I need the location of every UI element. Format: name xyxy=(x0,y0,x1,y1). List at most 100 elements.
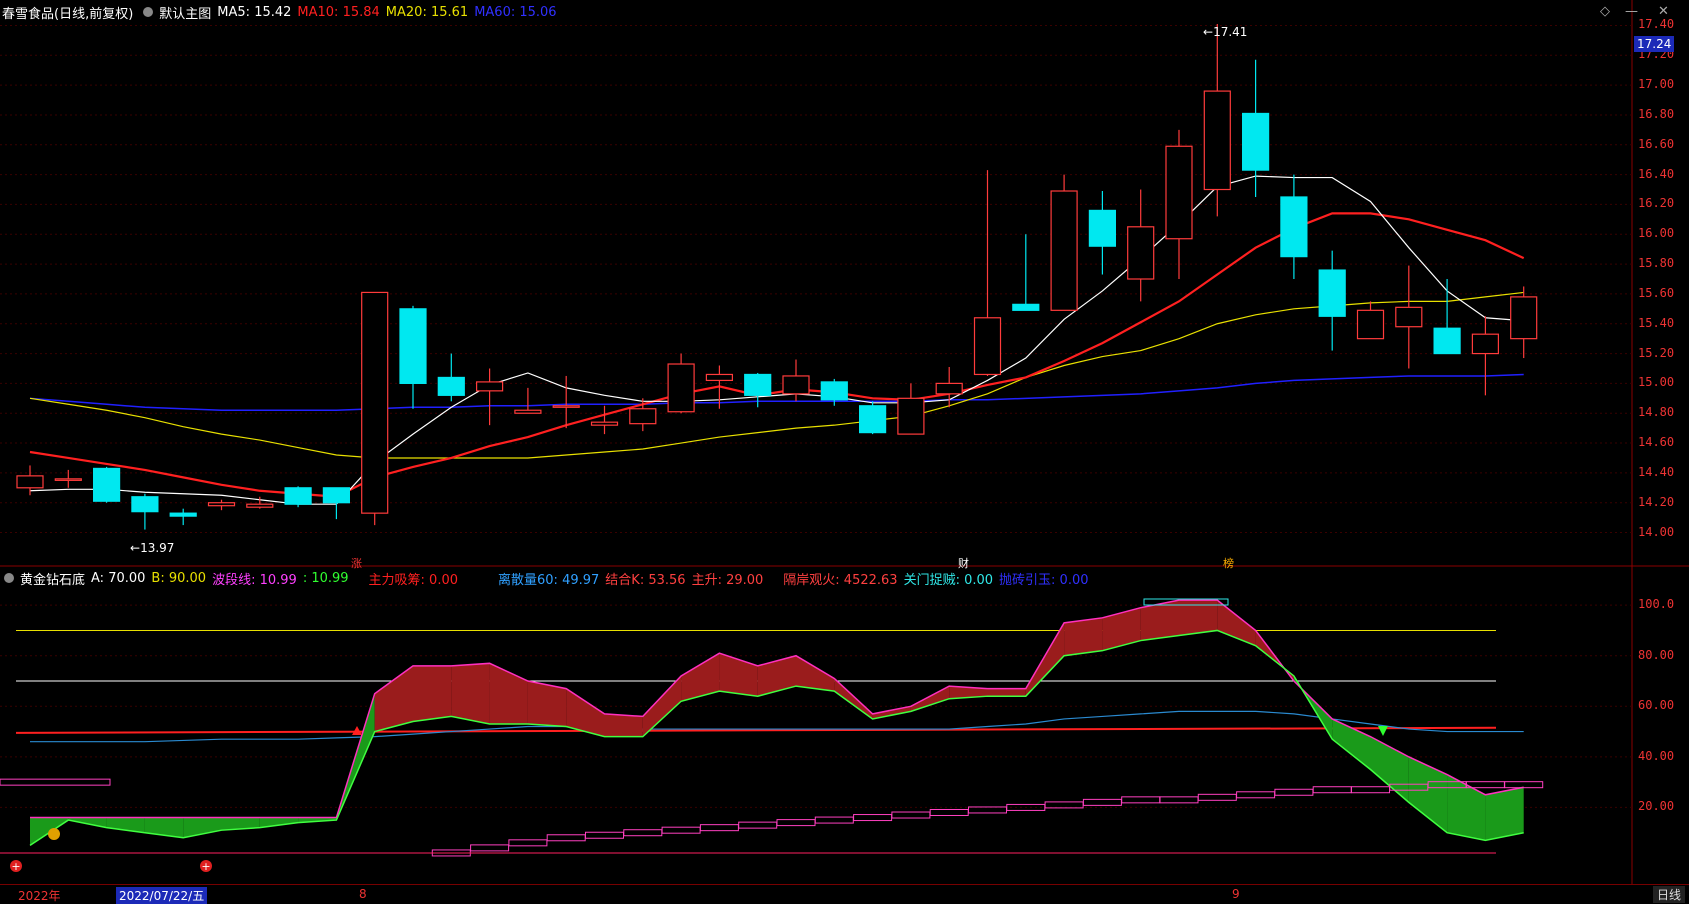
indicator-settings-icon[interactable] xyxy=(4,573,14,583)
price-tick-label: 15.40 xyxy=(1638,315,1675,330)
settings-icon[interactable] xyxy=(143,7,154,17)
candle-body xyxy=(973,317,1002,376)
stair-box xyxy=(738,821,778,829)
stair-box xyxy=(470,844,510,852)
candle-body xyxy=(935,382,963,395)
stair-box xyxy=(776,819,816,827)
diamond-icon[interactable]: ◇ xyxy=(1600,4,1610,19)
band-fill-red xyxy=(681,653,720,702)
money-bag-icon xyxy=(48,828,60,840)
indicator-tick-label: 80.00 xyxy=(1638,647,1675,662)
indicator-tick-label: 60.00 xyxy=(1638,698,1675,713)
stair-box xyxy=(1197,793,1237,801)
price-tick-label: 14.40 xyxy=(1638,464,1675,479)
candle-body xyxy=(361,291,389,514)
indicator-name[interactable]: 黄金钻石底 xyxy=(20,569,85,588)
price-tick-label: 14.80 xyxy=(1638,405,1675,420)
candle-body xyxy=(322,487,350,504)
stair-box xyxy=(585,831,624,839)
candle-body xyxy=(1510,296,1538,340)
stair-box xyxy=(699,824,739,832)
candle-body xyxy=(1356,309,1385,340)
price-tick-label: 14.00 xyxy=(1638,524,1675,539)
indicator-b: B: 90.00 xyxy=(151,570,207,586)
candle-body xyxy=(782,375,810,395)
stair-box xyxy=(1236,791,1276,799)
band-fill-red xyxy=(1102,607,1141,651)
band-fill-red xyxy=(604,713,643,737)
indicator-header: 黄金钻石底 A: 70.00 B: 90.00 波段线: 10.99 : 10.… xyxy=(0,567,1095,589)
price-tick-label: 15.20 xyxy=(1638,345,1675,360)
band-fill-red xyxy=(374,665,413,732)
candle-body xyxy=(1280,196,1308,258)
band-fill-red xyxy=(757,655,796,697)
ma20-line xyxy=(29,291,1524,459)
stock-name[interactable]: 春雪食品(日线,前复权) xyxy=(2,3,133,22)
candle-body xyxy=(1127,226,1155,280)
band-fill-green xyxy=(259,817,299,828)
event-marker-zhang[interactable]: 涨 xyxy=(351,555,362,571)
indicator-main-suck: 主力吸筹: 0.00 xyxy=(368,572,459,588)
stair-box xyxy=(1504,781,1544,789)
price-tick-label: 14.20 xyxy=(1638,494,1675,509)
high-price-label: ←17.41 xyxy=(1203,25,1248,39)
band-fill-green xyxy=(1408,756,1448,833)
candle-body xyxy=(476,381,504,392)
price-tick-label: 17.00 xyxy=(1638,77,1675,92)
stair-box xyxy=(508,839,548,847)
stair-box xyxy=(1082,798,1122,806)
event-marker-bang[interactable]: 榜 xyxy=(1223,555,1234,571)
stair-box xyxy=(929,808,969,816)
add-marker-plus: + xyxy=(11,860,20,873)
band-top-line xyxy=(30,599,1524,819)
indicator-close-door: 关门捉贼: 0.00 xyxy=(903,572,994,588)
period-selector[interactable]: 日线 xyxy=(1652,886,1685,903)
band-fill-red xyxy=(451,663,490,724)
price-tick-label: 16.80 xyxy=(1638,106,1675,121)
indicator-band: 波段线: 10.99 xyxy=(212,572,297,588)
candle-body xyxy=(744,373,772,396)
band-fill-red xyxy=(413,665,452,722)
low-price-label: ←13.97 xyxy=(130,541,175,555)
stair-box xyxy=(1121,796,1161,804)
indicator-band2: : 10.99 xyxy=(302,570,349,586)
up-arrow-icon xyxy=(352,726,362,735)
candle-body xyxy=(1012,303,1040,311)
stair-box xyxy=(661,826,701,834)
candle-body xyxy=(1088,209,1117,247)
candle-body xyxy=(246,503,274,508)
candle-body xyxy=(54,478,82,481)
stock-chart-canvas[interactable]: + + xyxy=(0,0,1689,903)
band-fill-red xyxy=(987,688,1026,697)
candle-body xyxy=(629,408,657,425)
price-tick-label: 15.60 xyxy=(1638,285,1675,300)
price-tick-label: 15.80 xyxy=(1638,256,1675,271)
minimize-icon[interactable]: — xyxy=(1625,4,1638,19)
chart-name[interactable]: 默认主图 xyxy=(159,3,211,22)
event-marker-cai[interactable]: 财 xyxy=(958,555,969,571)
candle-body xyxy=(590,421,619,426)
indicator-tick-label: 40.00 xyxy=(1638,748,1675,763)
main-chart-header: 春雪食品(日线,前复权) 默认主图 MA5: 15.42 MA10: 15.84… xyxy=(0,1,563,23)
price-tick-label: 16.60 xyxy=(1638,136,1675,151)
candle-body xyxy=(1471,333,1500,355)
selected-date[interactable]: 2022/07/22/五 xyxy=(116,887,208,904)
price-tick-label: 17.40 xyxy=(1638,17,1675,32)
candle-body xyxy=(169,512,197,517)
price-tick-label: 14.60 xyxy=(1638,435,1675,450)
candle-body xyxy=(92,467,121,502)
candle-body xyxy=(284,487,312,505)
price-tick-label: 16.40 xyxy=(1638,166,1675,181)
candle-body xyxy=(437,376,465,396)
stair-box xyxy=(1312,786,1352,794)
indicator-hidden: 抛砖引玉: 0.00 xyxy=(999,572,1089,588)
price-tick-label: 15.00 xyxy=(1638,375,1675,390)
candle-body xyxy=(131,496,159,513)
candle-body xyxy=(897,397,925,435)
candle-body xyxy=(1165,145,1193,240)
stair-box xyxy=(623,829,663,837)
candle-body xyxy=(16,475,44,489)
price-tick-label: 16.00 xyxy=(1638,226,1675,241)
indicator-watch: 隔岸观火: 4522.63 xyxy=(783,572,898,588)
candle-body xyxy=(1203,90,1231,191)
